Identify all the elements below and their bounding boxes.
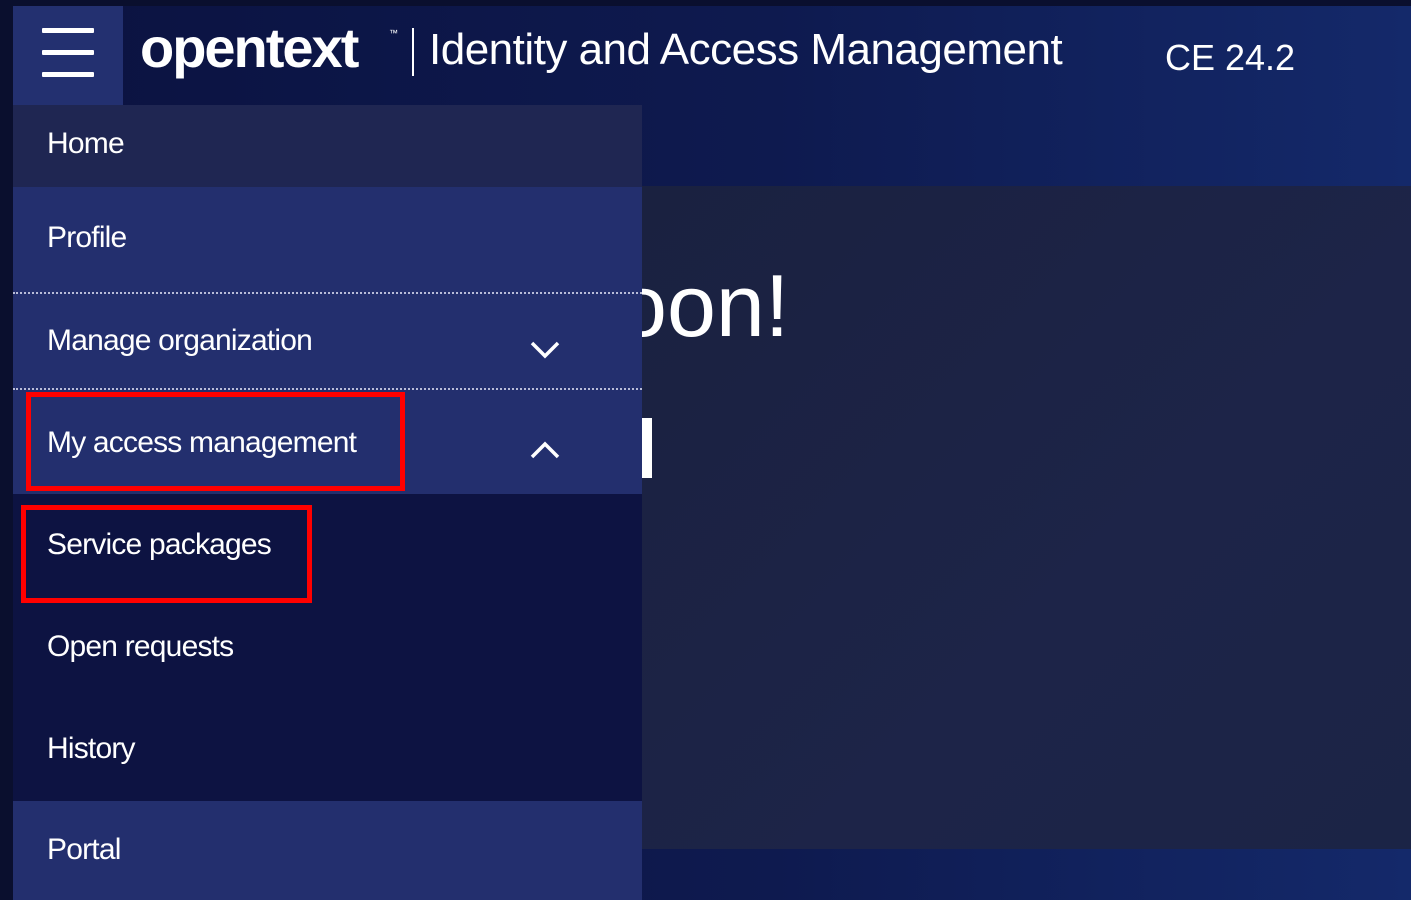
sidebar-subitem-history[interactable]: History [13,698,642,801]
app-title: Identity and Access Management [429,25,1063,74]
sidebar-item-label: Manage organization [47,324,313,357]
header-divider [412,28,414,76]
hamburger-menu-icon-bar [42,50,94,55]
sidebar-item-label: My access management [47,426,357,459]
sidebar-item-label: Portal [47,833,121,866]
trademark-mark: ™ [389,28,398,38]
hamburger-menu-button[interactable] [13,6,123,105]
sidebar-item-my-access-management[interactable]: My access management [13,390,642,494]
sidebar-item-manage-organization[interactable]: Manage organization [13,292,642,390]
navigation-sidebar: Home Profile Manage organization My acce… [13,105,642,900]
chevron-up-icon [530,441,560,459]
app-header: opentext ™ Identity and Access Managemen… [13,6,1411,105]
chevron-down-icon [530,341,560,359]
hamburger-menu-icon [42,28,94,33]
hamburger-menu-icon-bar [42,72,94,77]
sidebar-item-label: History [47,732,136,765]
sidebar-item-profile[interactable]: Profile [13,187,642,292]
sidebar-item-label: Open requests [47,630,234,663]
sidebar-item-label: Profile [47,221,127,254]
sidebar-item-home[interactable]: Home [13,105,642,187]
sidebar-item-portal[interactable]: Portal [13,801,642,900]
sidebar-item-label: Service packages [47,528,272,561]
sidebar-item-label: Home [47,127,125,160]
sidebar-subitem-service-packages[interactable]: Service packages [13,494,642,596]
welcome-greeting: oon! [618,256,790,355]
left-edge [0,0,13,900]
version-label: CE 24.2 [1165,37,1296,78]
opentext-logo: opentext [140,16,359,79]
sidebar-subitem-open-requests[interactable]: Open requests [13,596,642,698]
